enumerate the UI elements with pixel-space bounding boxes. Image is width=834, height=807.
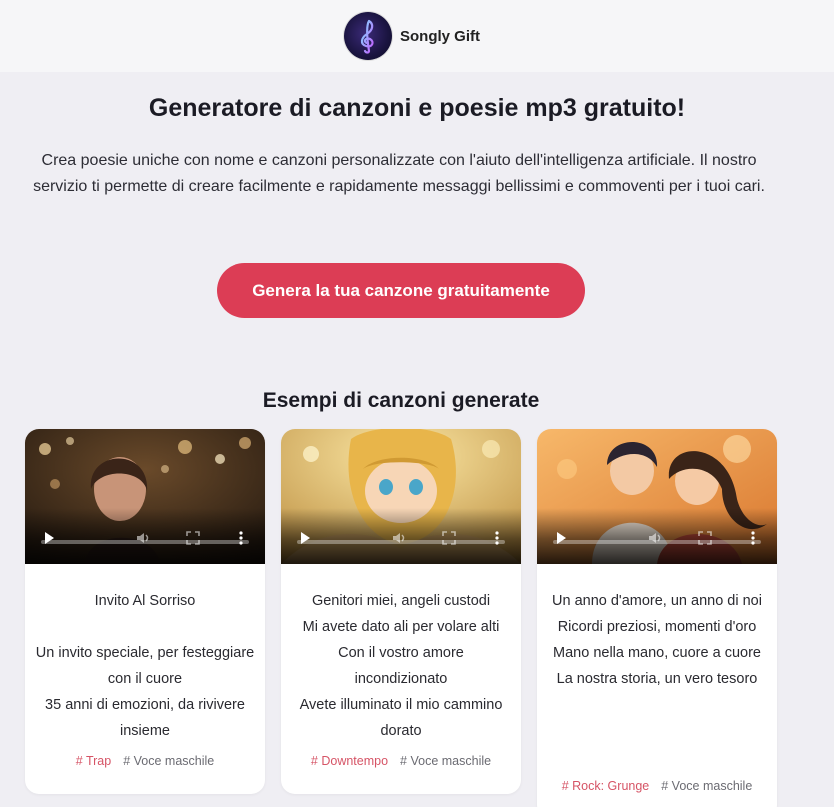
song-example-card: Invito Al Sorriso Un invito speciale, pe… [25,429,265,794]
lyric-line: 35 anni di emozioni, da rivivere insieme [45,697,245,739]
genre-tag[interactable]: # Downtempo [311,754,388,768]
brand-name: Songly Gift [400,27,480,45]
hero-description: Crea poesie uniche con nome e canzoni pe… [33,152,765,195]
treble-clef-icon [344,12,392,60]
genre-tag[interactable]: # Trap [76,754,111,768]
tag-list: # Rock: Grunge # Voce maschile [537,779,777,799]
lyric-line: Un invito speciale, per festeggiare con … [35,645,255,687]
tag-list: # Trap # Voce maschile [25,754,265,768]
examples-title: Esempi di canzoni generate [262,389,540,412]
voice-tag[interactable]: # Voce maschile [123,754,214,768]
lyric-line: Avete illuminato il mio cammino dorato [299,697,503,739]
lyric-line: Invito Al Sorriso [94,593,196,609]
tag-list: # Downtempo # Voce maschile [281,754,521,768]
progress-bar[interactable] [553,540,761,544]
lyric-line: Mi avete dato ali per volare alti [302,619,500,635]
lyrics: Invito Al Sorriso Un invito speciale, pe… [25,564,265,744]
lyric-line: Genitori miei, angeli custodi [311,593,491,609]
lyrics: Un anno d'amore, un anno di noi Ricordi … [537,564,777,692]
brand[interactable]: Songly Gift [344,12,480,60]
voice-tag[interactable]: # Voce maschile [661,779,752,799]
page-title: Generatore di canzoni e poesie mp3 gratu… [148,94,686,122]
voice-tag[interactable]: # Voce maschile [400,754,491,768]
lyric-line: Con il vostro amore incondizionato [338,645,464,687]
top-bar: Songly Gift [0,0,834,72]
song-example-card: Genitori miei, angeli custodi Mi avete d… [281,429,521,794]
progress-bar[interactable] [41,540,249,544]
video-player[interactable] [537,429,777,564]
video-player[interactable] [281,429,521,564]
lyric-line: La nostra storia, un vero tesoro [556,671,758,687]
lyrics: Genitori miei, angeli custodi Mi avete d… [281,564,521,744]
lyric-line: Ricordi preziosi, momenti d'oro [557,619,757,635]
song-example-card: Un anno d'amore, un anno di noi Ricordi … [537,429,777,807]
lyric-line: Mano nella mano, cuore a cuore [553,645,761,661]
generate-song-button[interactable]: Genera la tua canzone gratuitamente [217,263,585,318]
video-player[interactable] [25,429,265,564]
lyric-line: Un anno d'amore, un anno di noi [552,593,762,609]
progress-bar[interactable] [297,540,505,544]
genre-tag[interactable]: # Rock: Grunge [562,779,650,799]
